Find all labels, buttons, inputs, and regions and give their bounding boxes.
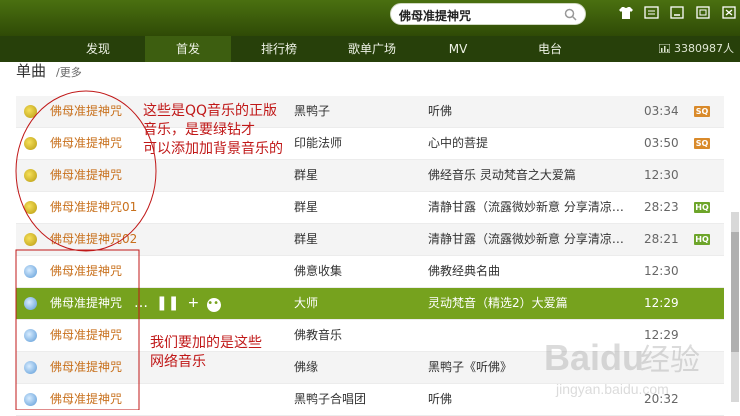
song-album[interactable]: 清静甘露（流露微妙新意 分享清凉… (428, 224, 628, 255)
minimize-icon[interactable] (670, 6, 686, 20)
song-row[interactable]: 佛母准提神咒02 群星 清静甘露（流露微妙新意 分享清凉… 28:21 HQ (16, 224, 724, 256)
section-title: 单曲 (16, 62, 47, 80)
baidu-watermark-logo: Baidu 经验 jingyan.baidu.com (544, 337, 700, 397)
song-album[interactable]: 佛经音乐 灵动梵音之大爱篇 (428, 160, 628, 191)
annotation-network-music: 我们要加的是这些 网络音乐 (150, 334, 262, 372)
more-link[interactable]: /更多 (56, 64, 82, 80)
scroll-thumb[interactable] (731, 232, 739, 352)
close-icon[interactable] (722, 6, 738, 20)
tab-new-releases[interactable]: 首发 (145, 36, 231, 62)
annotation-line: 音乐，是要绿钻才 (143, 122, 255, 138)
song-album[interactable]: 灵动梵音（精选2）大爱篇 (428, 288, 628, 319)
tab-discover[interactable]: 发现 (70, 36, 126, 62)
song-artist[interactable]: 黑鸭子 (294, 96, 414, 127)
row-controls: … ❚❚ + ••• (134, 288, 229, 319)
song-album[interactable]: 清静甘露（流露微妙新意 分享清凉… (428, 192, 628, 223)
song-artist[interactable]: 印能法师 (294, 128, 414, 159)
more-dots-icon[interactable]: … (134, 288, 148, 319)
search-input[interactable]: 佛母准提神咒 (399, 7, 471, 24)
song-artist[interactable]: 群星 (294, 160, 414, 191)
song-title[interactable]: 佛母准提神咒 (50, 160, 170, 191)
more-options-icon[interactable]: ••• (207, 298, 225, 312)
network-music-icon (24, 265, 37, 278)
song-row-playing[interactable]: 佛母准提神咒 大师 灵动梵音（精选2）大爱篇 12:29… ❚❚ + ••• (16, 288, 724, 320)
tab-playlist-square[interactable]: 歌单广场 (334, 36, 410, 62)
song-album[interactable]: 心中的菩提 (428, 128, 628, 159)
song-duration: 03:34 (644, 104, 679, 118)
tab-charts[interactable]: 排行榜 (248, 36, 310, 62)
song-duration: 28:23 (644, 200, 679, 214)
bar-chart-icon (659, 44, 670, 53)
annotation-line: 我们要加的是这些 (150, 335, 262, 351)
qq-music-icon (24, 169, 37, 182)
qq-music-icon (24, 137, 37, 150)
song-artist[interactable]: 大师 (294, 288, 414, 319)
qq-music-icon (24, 233, 37, 246)
annotation-line: 可以添加加背景音乐的 (143, 141, 283, 157)
song-duration: 03:50 (644, 136, 679, 150)
song-artist[interactable]: 佛缘 (294, 352, 414, 383)
scrollbar[interactable] (731, 212, 739, 402)
tab-radio[interactable]: 电台 (528, 36, 572, 62)
network-music-icon (24, 297, 37, 310)
tab-mv[interactable]: MV (440, 36, 476, 62)
search-icon[interactable] (564, 8, 577, 21)
annotation-line: 这些是QQ音乐的正版 (143, 103, 278, 119)
song-album[interactable]: 听佛 (428, 96, 628, 127)
network-music-icon (24, 361, 37, 374)
song-artist[interactable]: 群星 (294, 224, 414, 255)
song-duration: 12:29 (644, 296, 679, 310)
qq-music-icon (24, 201, 37, 214)
quality-badge: SQ (694, 138, 710, 149)
song-artist[interactable]: 黑鸭子合唱团 (294, 384, 414, 415)
song-artist[interactable]: 佛教音乐 (294, 320, 414, 351)
network-music-icon (24, 393, 37, 406)
main-nav: 发现 首发 排行榜 歌单广场 MV 电台 3380987人 (0, 36, 740, 62)
svg-text:jingyan.baidu.com: jingyan.baidu.com (555, 381, 669, 397)
svg-text:Baidu: Baidu (544, 337, 644, 378)
skin-shirt-icon[interactable] (618, 6, 634, 20)
song-title[interactable]: 佛母准提神咒01 (50, 192, 170, 223)
pause-icon[interactable]: ❚❚ (156, 288, 179, 319)
song-duration: 12:30 (644, 168, 679, 182)
title-bar: 佛母准提神咒 (0, 0, 740, 36)
network-music-icon (24, 329, 37, 342)
annotation-line: 网络音乐 (150, 354, 206, 370)
song-row[interactable]: 佛母准提神咒01 群星 清静甘露（流露微妙新意 分享清凉… 28:23 HQ (16, 192, 724, 224)
song-artist[interactable]: 佛意收集 (294, 256, 414, 287)
online-count: 3380987人 (659, 36, 734, 62)
online-count-text: 3380987人 (674, 42, 734, 55)
song-row[interactable]: 佛母准提神咒 印能法师 心中的菩提 03:50 SQ (16, 128, 724, 160)
song-title[interactable]: 佛母准提神咒 (50, 384, 170, 415)
quality-badge: HQ (694, 202, 710, 213)
song-artist[interactable]: 群星 (294, 192, 414, 223)
song-duration: 12:30 (644, 264, 679, 278)
song-album[interactable]: 佛教经典名曲 (428, 256, 628, 287)
menu-icon[interactable] (644, 6, 660, 20)
song-row[interactable]: 佛母准提神咒 群星 佛经音乐 灵动梵音之大爱篇 12:30 (16, 160, 724, 192)
search-box[interactable]: 佛母准提神咒 (390, 3, 586, 25)
song-title[interactable]: 佛母准提神咒02 (50, 224, 170, 255)
song-duration: 28:21 (644, 232, 679, 246)
svg-text:经验: 经验 (640, 344, 700, 377)
quality-badge: HQ (694, 234, 710, 245)
maximize-icon[interactable] (696, 6, 712, 20)
song-row[interactable]: 佛母准提神咒 佛意收集 佛教经典名曲 12:30 (16, 256, 724, 288)
qq-music-icon (24, 105, 37, 118)
annotation-qq-music: 这些是QQ音乐的正版 音乐，是要绿钻才 可以添加加背景音乐的 (143, 102, 283, 159)
quality-badge: SQ (694, 106, 710, 117)
song-row[interactable]: 佛母准提神咒 黑鸭子 听佛 03:34 SQ (16, 96, 724, 128)
song-title[interactable]: 佛母准提神咒 (50, 256, 170, 287)
add-icon[interactable]: + (187, 288, 199, 319)
